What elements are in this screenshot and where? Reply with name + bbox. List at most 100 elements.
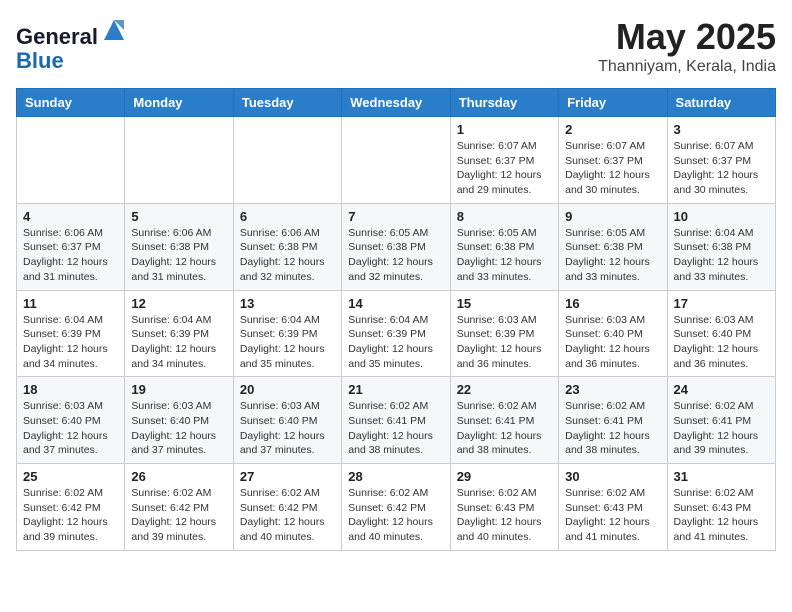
day-number: 2 [565,122,660,137]
calendar-cell: 9 Sunrise: 6:05 AM Sunset: 6:38 PM Daylig… [559,203,667,290]
title-block: May 2025 Thanniyam, Kerala, India [598,16,776,76]
day-detail: Sunrise: 6:02 AM Sunset: 6:42 PM Dayligh… [131,486,226,545]
calendar-cell: 13Sunrise: 6:04 AM Sunset: 6:39 PM Dayli… [233,290,341,377]
calendar-cell: 2Sunrise: 6:07 AM Sunset: 6:37 PM Daylig… [559,117,667,204]
day-detail: Sunrise: 6:03 AM Sunset: 6:40 PM Dayligh… [23,399,118,458]
calendar-cell: 26 Sunrise: 6:02 AM Sunset: 6:42 PM Dayli… [125,464,233,551]
day-number: 30 [565,469,660,484]
calendar-cell: 6 Sunrise: 6:06 AM Sunset: 6:38 PM Daylig… [233,203,341,290]
day-detail: Sunrise: 6:04 AM Sunset: 6:39 PM Dayligh… [23,313,118,372]
day-detail: Sunrise: 6:02 AM Sunset: 6:41 PM Dayligh… [457,399,552,458]
calendar-cell: 17Sunrise: 6:03 AM Sunset: 6:40 PM Dayli… [667,290,775,377]
day-number: 6 [240,209,335,224]
day-number: 25 [23,469,118,484]
day-detail: Sunrise: 6:05 AM Sunset: 6:38 PM Dayligh… [565,226,660,285]
day-detail: Sunrise: 6:04 AM Sunset: 6:39 PM Dayligh… [240,313,335,372]
day-number: 4 [23,209,118,224]
weekday-header-friday: Friday [559,89,667,117]
calendar-cell: 23Sunrise: 6:02 AM Sunset: 6:41 PM Dayli… [559,377,667,464]
day-number: 24 [674,382,769,397]
day-number: 5 [131,209,226,224]
day-number: 14 [348,296,443,311]
calendar-cell: 15Sunrise: 6:03 AM Sunset: 6:39 PM Dayli… [450,290,558,377]
weekday-header-thursday: Thursday [450,89,558,117]
day-number: 3 [674,122,769,137]
day-number: 9 [565,209,660,224]
calendar-cell: 30 Sunrise: 6:02 AM Sunset: 6:43 PM Dayli… [559,464,667,551]
page-header: General Blue May 2025 Thanniyam, Kerala,… [16,16,776,76]
day-detail: Sunrise: 6:04 AM Sunset: 6:39 PM Dayligh… [131,313,226,372]
day-number: 22 [457,382,552,397]
day-number: 7 [348,209,443,224]
calendar-cell [233,117,341,204]
calendar-week-row: 25 Sunrise: 6:02 AM Sunset: 6:42 PM Dayli… [17,464,776,551]
day-detail: Sunrise: 6:07 AM Sunset: 6:37 PM Dayligh… [674,139,769,198]
day-detail: Sunrise: 6:02 AM Sunset: 6:41 PM Dayligh… [674,399,769,458]
logo-icon [100,16,128,44]
day-detail: Sunrise: 6:03 AM Sunset: 6:40 PM Dayligh… [240,399,335,458]
logo-blue: Blue [16,48,64,73]
day-detail: Sunrise: 6:03 AM Sunset: 6:39 PM Dayligh… [457,313,552,372]
logo-general: General [16,24,98,49]
day-number: 21 [348,382,443,397]
calendar-cell: 14 Sunrise: 6:04 AM Sunset: 6:39 PM Dayli… [342,290,450,377]
day-detail: Sunrise: 6:02 AM Sunset: 6:42 PM Dayligh… [348,486,443,545]
day-detail: Sunrise: 6:05 AM Sunset: 6:38 PM Dayligh… [348,226,443,285]
day-number: 20 [240,382,335,397]
weekday-header-row: SundayMondayTuesdayWednesdayThursdayFrid… [17,89,776,117]
day-detail: Sunrise: 6:06 AM Sunset: 6:38 PM Dayligh… [131,226,226,285]
weekday-header-tuesday: Tuesday [233,89,341,117]
calendar-cell: 18 Sunrise: 6:03 AM Sunset: 6:40 PM Dayli… [17,377,125,464]
day-number: 10 [674,209,769,224]
calendar-cell [342,117,450,204]
calendar-cell: 31 Sunrise: 6:02 AM Sunset: 6:43 PM Dayli… [667,464,775,551]
calendar-cell: 21 Sunrise: 6:02 AM Sunset: 6:41 PM Dayli… [342,377,450,464]
calendar-cell: 11 Sunrise: 6:04 AM Sunset: 6:39 PM Dayli… [17,290,125,377]
calendar-week-row: 11 Sunrise: 6:04 AM Sunset: 6:39 PM Dayli… [17,290,776,377]
day-number: 26 [131,469,226,484]
day-detail: Sunrise: 6:02 AM Sunset: 6:42 PM Dayligh… [240,486,335,545]
day-number: 18 [23,382,118,397]
calendar-cell: 29Sunrise: 6:02 AM Sunset: 6:43 PM Dayli… [450,464,558,551]
day-detail: Sunrise: 6:06 AM Sunset: 6:37 PM Dayligh… [23,226,118,285]
day-detail: Sunrise: 6:07 AM Sunset: 6:37 PM Dayligh… [457,139,552,198]
day-detail: Sunrise: 6:02 AM Sunset: 6:41 PM Dayligh… [565,399,660,458]
calendar-cell: 20 Sunrise: 6:03 AM Sunset: 6:40 PM Dayli… [233,377,341,464]
day-number: 17 [674,296,769,311]
calendar-cell: 3 Sunrise: 6:07 AM Sunset: 6:37 PM Daylig… [667,117,775,204]
day-number: 16 [565,296,660,311]
day-detail: Sunrise: 6:02 AM Sunset: 6:43 PM Dayligh… [674,486,769,545]
calendar-cell: 27Sunrise: 6:02 AM Sunset: 6:42 PM Dayli… [233,464,341,551]
day-detail: Sunrise: 6:02 AM Sunset: 6:41 PM Dayligh… [348,399,443,458]
day-detail: Sunrise: 6:03 AM Sunset: 6:40 PM Dayligh… [131,399,226,458]
weekday-header-monday: Monday [125,89,233,117]
day-detail: Sunrise: 6:05 AM Sunset: 6:38 PM Dayligh… [457,226,552,285]
day-detail: Sunrise: 6:02 AM Sunset: 6:42 PM Dayligh… [23,486,118,545]
calendar-cell: 5 Sunrise: 6:06 AM Sunset: 6:38 PM Daylig… [125,203,233,290]
logo: General Blue [16,16,128,73]
day-detail: Sunrise: 6:06 AM Sunset: 6:38 PM Dayligh… [240,226,335,285]
day-number: 8 [457,209,552,224]
day-number: 31 [674,469,769,484]
day-number: 1 [457,122,552,137]
calendar-cell: 7 Sunrise: 6:05 AM Sunset: 6:38 PM Daylig… [342,203,450,290]
calendar-cell: 19Sunrise: 6:03 AM Sunset: 6:40 PM Dayli… [125,377,233,464]
calendar-table: SundayMondayTuesdayWednesdayThursdayFrid… [16,88,776,551]
calendar-week-row: 1 Sunrise: 6:07 AM Sunset: 6:37 PM Daylig… [17,117,776,204]
location-title: Thanniyam, Kerala, India [598,58,776,76]
calendar-cell: 12Sunrise: 6:04 AM Sunset: 6:39 PM Dayli… [125,290,233,377]
calendar-cell: 22 Sunrise: 6:02 AM Sunset: 6:41 PM Dayli… [450,377,558,464]
calendar-cell: 25 Sunrise: 6:02 AM Sunset: 6:42 PM Dayli… [17,464,125,551]
calendar-cell: 24 Sunrise: 6:02 AM Sunset: 6:41 PM Dayli… [667,377,775,464]
calendar-cell: 16Sunrise: 6:03 AM Sunset: 6:40 PM Dayli… [559,290,667,377]
calendar-cell: 4 Sunrise: 6:06 AM Sunset: 6:37 PM Daylig… [17,203,125,290]
day-detail: Sunrise: 6:04 AM Sunset: 6:39 PM Dayligh… [348,313,443,372]
day-detail: Sunrise: 6:02 AM Sunset: 6:43 PM Dayligh… [565,486,660,545]
calendar-week-row: 18 Sunrise: 6:03 AM Sunset: 6:40 PM Dayli… [17,377,776,464]
day-number: 28 [348,469,443,484]
day-number: 11 [23,296,118,311]
calendar-cell: 1 Sunrise: 6:07 AM Sunset: 6:37 PM Daylig… [450,117,558,204]
calendar-cell: 8 Sunrise: 6:05 AM Sunset: 6:38 PM Daylig… [450,203,558,290]
calendar-cell [125,117,233,204]
month-title: May 2025 [598,16,776,58]
